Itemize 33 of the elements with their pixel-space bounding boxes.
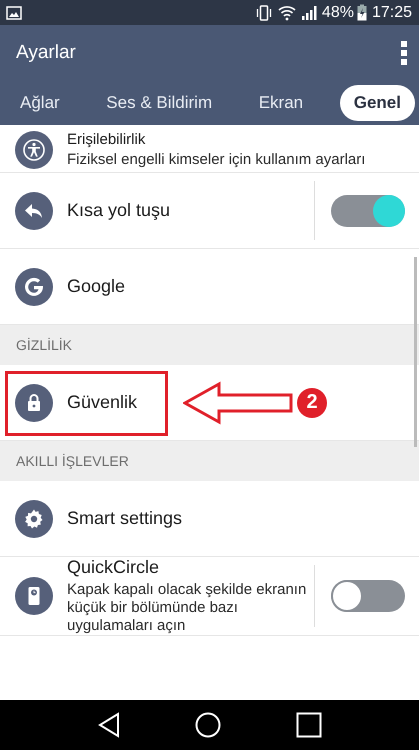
annotation-number: 2 [297, 388, 327, 418]
setting-title: Güvenlik [67, 392, 138, 413]
vibrate-icon [254, 4, 273, 20]
setting-title: Google [67, 276, 126, 297]
section-header: GİZLİLİK [0, 325, 419, 365]
signal-icon [300, 4, 317, 20]
battery-percent: 48% [322, 4, 354, 22]
tab[interactable]: Ekran [248, 84, 314, 120]
battery-charging-icon [356, 4, 367, 21]
recent-apps-icon[interactable] [296, 712, 322, 738]
image-notification-icon [6, 6, 22, 20]
tab[interactable]: Ağlar [10, 84, 70, 120]
accessibility-icon [22, 138, 46, 162]
back-icon[interactable] [98, 712, 120, 738]
overflow-menu-icon[interactable] [399, 40, 409, 66]
app-title: Ayarlar [16, 42, 77, 64]
settings-row[interactable]: QuickCircle Kapak kapalı olacak şekilde ekranın küçük bir bölümünde bazı uygulamaları açın [0, 557, 419, 636]
toggle-switch[interactable] [331, 580, 405, 612]
wifi-icon [278, 4, 296, 20]
clock-time: 17:25 [372, 4, 412, 22]
setting-title: Smart settings [67, 508, 182, 529]
setting-title: Erişilebilirlik [67, 130, 146, 148]
toggle-switch[interactable] [331, 194, 405, 226]
tab[interactable]: Ses & Bildirim [96, 84, 222, 120]
setting-title: QuickCircle [67, 557, 160, 578]
toggle-thumb[interactable] [373, 194, 405, 226]
setting-title: Kısa yol tuşu [67, 200, 170, 221]
setting-description: Kapak kapalı olacak şekilde ekranın küçük bir bölümünde bazı uygulamaları açın [67, 581, 307, 635]
section-header: AKILLI İŞLEVLER [0, 441, 419, 481]
toggle-thumb[interactable] [331, 580, 363, 612]
tab[interactable]: Genel [340, 84, 415, 120]
home-icon[interactable] [194, 712, 220, 738]
setting-description: Fiziksel engelli kimseler için kullanım ayarları [67, 150, 366, 168]
